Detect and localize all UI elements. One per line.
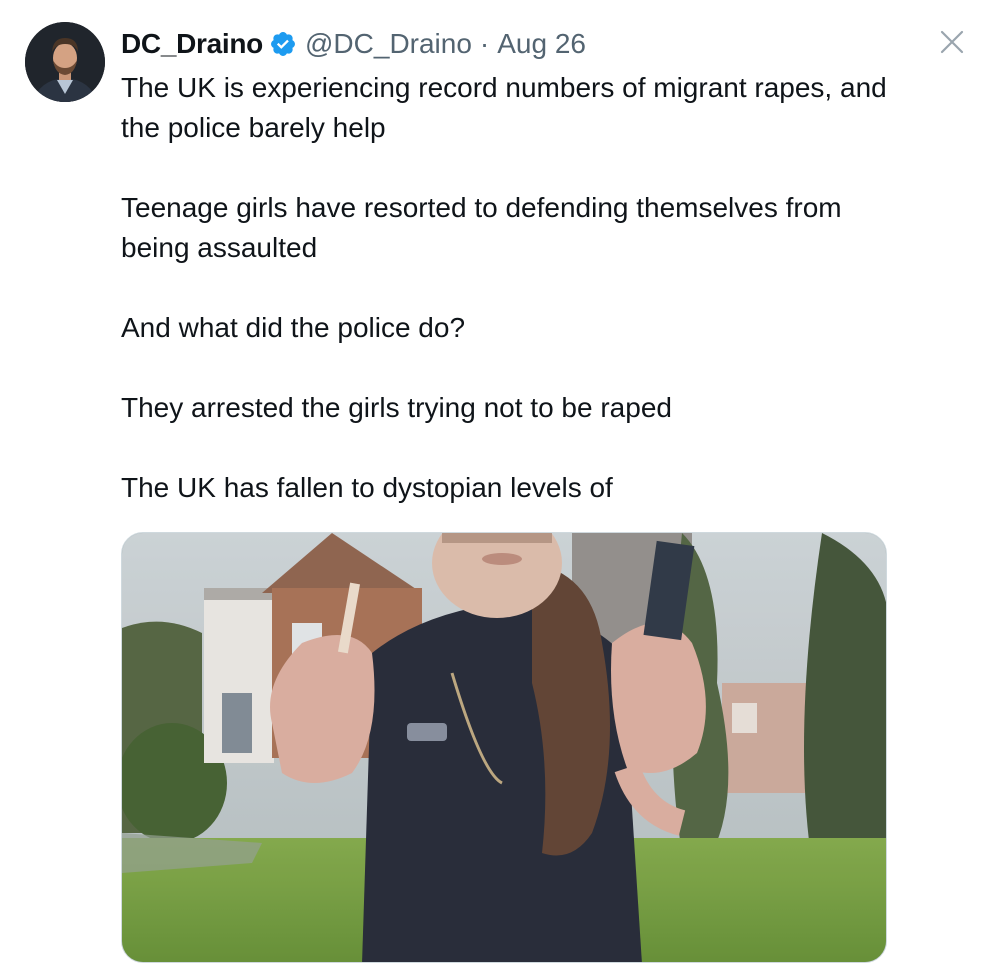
verified-badge-icon [269,30,297,58]
tweet-date[interactable]: Aug 26 [497,28,586,60]
tweet-media-video[interactable] [121,532,887,963]
video-thumbnail-image [122,533,886,962]
tweet-paragraph: And what did the police do? [121,312,466,343]
tweet-paragraph: The UK is experiencing record numbers of… [121,72,887,143]
tweet-paragraph: The UK has fallen to dystopian levels of [121,472,613,503]
header-separator: · [479,28,490,59]
author-handle[interactable]: @DC_Draino [305,28,472,60]
author-display-name[interactable]: DC_Draino [121,28,263,60]
tweet-header: DC_Draino @DC_Draino · Aug 26 [121,24,586,64]
tweet-paragraph: They arrested the girls trying not to be… [121,392,672,423]
close-icon [940,30,964,54]
tweet-paragraph: Teenage girls have resorted to defending… [121,192,842,263]
avatar-image [25,22,105,102]
author-avatar[interactable] [25,22,105,102]
tweet-text: The UK is experiencing record numbers of… [121,68,911,508]
close-button[interactable] [936,26,968,58]
